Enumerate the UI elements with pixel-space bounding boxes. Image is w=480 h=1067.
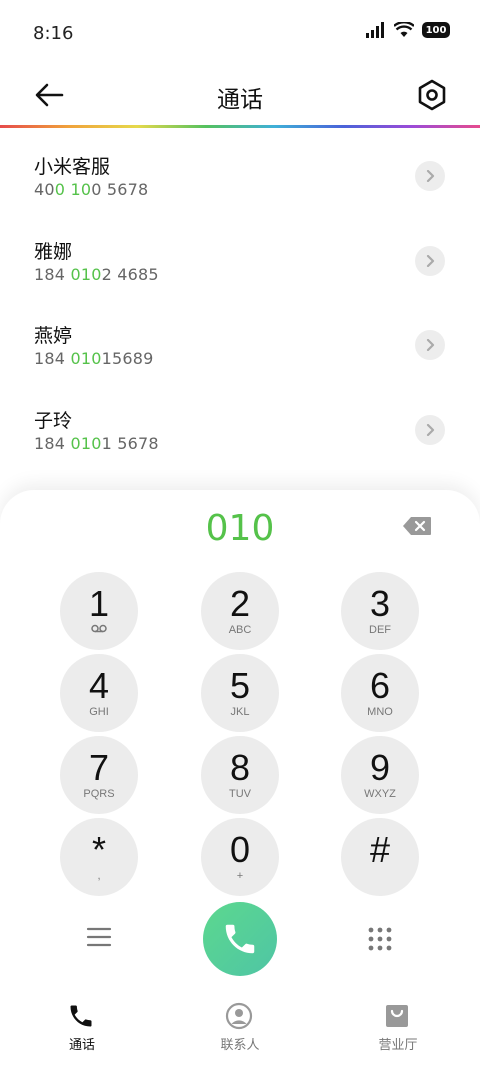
key-letters: , xyxy=(97,870,101,882)
contact-row[interactable]: 小米客服 400 100 5678 xyxy=(0,134,480,219)
key-2[interactable]: 2 ABC xyxy=(201,572,279,650)
contact-number: 184 01015689 xyxy=(34,349,154,368)
contact-number: 184 0102 4685 xyxy=(34,264,159,284)
key-digit: 0 xyxy=(229,829,251,870)
chevron-right-icon xyxy=(426,339,435,351)
key-digit: 5 xyxy=(229,665,251,706)
key-1[interactable]: 1 xyxy=(60,572,138,650)
key-star[interactable]: * , xyxy=(60,818,138,896)
tab-label: 通话 xyxy=(68,1038,95,1053)
contact-detail-button[interactable] xyxy=(415,161,445,191)
wifi-icon xyxy=(394,22,414,37)
app-header: 通话 xyxy=(0,64,480,126)
contact-number: 400 100 5678 xyxy=(34,180,149,199)
battery-icon: 100 xyxy=(422,22,450,38)
key-letters: WXYZ xyxy=(364,788,396,800)
menu-icon[interactable] xyxy=(86,926,112,948)
key-hash[interactable]: # xyxy=(341,818,419,896)
contact-row[interactable]: 子玲 184 0101 5678 xyxy=(0,388,480,473)
key-digit: 3 xyxy=(369,583,391,624)
status-time: 8:16 xyxy=(33,23,74,44)
key-digit: # xyxy=(369,829,391,870)
tab-label: 营业厅 xyxy=(378,1038,418,1053)
key-letters: MNO xyxy=(367,706,393,718)
contact-name: 燕婷 xyxy=(34,325,73,347)
page-title: 通话 xyxy=(217,87,263,113)
keypad-toggle-icon[interactable] xyxy=(367,926,393,952)
key-0[interactable]: 0 + xyxy=(201,818,279,896)
battery-level: 100 xyxy=(425,24,447,36)
bottom-tab-bar: 通话 联系人 营业厅 xyxy=(0,990,480,1067)
contact-name: 雅娜 xyxy=(34,240,73,263)
chevron-right-icon xyxy=(426,170,435,182)
key-digit: 2 xyxy=(229,583,251,624)
key-digit: 9 xyxy=(369,747,391,788)
call-button[interactable] xyxy=(203,902,277,976)
contact-list: 小米客服 400 100 5678 雅娜 184 0102 4685 燕婷 18… xyxy=(0,134,480,472)
key-digit: 4 xyxy=(88,665,110,706)
key-letters: + xyxy=(236,870,244,882)
status-bar: 8:16 100 xyxy=(0,0,480,64)
contact-name: 小米客服 xyxy=(34,156,111,178)
chevron-right-icon xyxy=(426,254,435,267)
tab-store[interactable]: 营业厅 xyxy=(338,990,458,1067)
contact-row[interactable]: 燕婷 184 01015689 xyxy=(0,303,480,388)
key-digit: 7 xyxy=(88,747,110,788)
phone-icon xyxy=(225,924,255,954)
status-icons: 100 xyxy=(366,22,450,38)
key-4[interactable]: 4 GHI xyxy=(60,654,138,732)
key-letters: PQRS xyxy=(83,788,115,800)
dialpad-panel: 010 1 2 ABC 3 DEF 4 GHI 5 JKL 6 MNO 7 PQ… xyxy=(0,490,480,1067)
key-9[interactable]: 9 WXYZ xyxy=(341,736,419,814)
key-8[interactable]: 8 TUV xyxy=(201,736,279,814)
key-7[interactable]: 7 PQRS xyxy=(60,736,138,814)
key-letters: TUV xyxy=(229,788,251,800)
settings-icon[interactable] xyxy=(414,77,450,113)
key-3[interactable]: 3 DEF xyxy=(341,572,419,650)
contact-detail-button[interactable] xyxy=(415,330,445,360)
key-digit: 8 xyxy=(229,747,251,788)
signal-icon xyxy=(366,22,384,38)
tab-label: 联系人 xyxy=(220,1038,260,1053)
header-divider xyxy=(0,125,480,128)
backspace-icon[interactable] xyxy=(402,516,432,536)
key-digit: 1 xyxy=(88,583,110,624)
tab-calls[interactable]: 通话 xyxy=(22,990,142,1067)
key-letters: DEF xyxy=(369,624,391,636)
phone-icon xyxy=(70,1005,92,1027)
key-letters: ABC xyxy=(228,624,252,636)
voicemail-icon xyxy=(91,624,107,636)
contact-detail-button[interactable] xyxy=(415,245,445,276)
key-5[interactable]: 5 JKL xyxy=(201,654,279,732)
contact-row[interactable]: 雅娜 184 0102 4685 xyxy=(0,219,480,304)
key-6[interactable]: 6 MNO xyxy=(341,654,419,732)
key-digit: 6 xyxy=(369,665,391,706)
key-digit: * xyxy=(91,829,106,870)
contact-number: 184 0101 5678 xyxy=(34,433,159,453)
bag-icon xyxy=(386,1005,408,1027)
tab-contacts[interactable]: 联系人 xyxy=(180,990,300,1067)
contact-detail-button[interactable] xyxy=(415,414,445,445)
key-letters: JKL xyxy=(230,706,250,718)
chevron-right-icon xyxy=(426,423,435,436)
key-letters: GHI xyxy=(89,706,109,718)
contact-name: 子玲 xyxy=(34,409,73,432)
person-icon xyxy=(225,1002,253,1030)
